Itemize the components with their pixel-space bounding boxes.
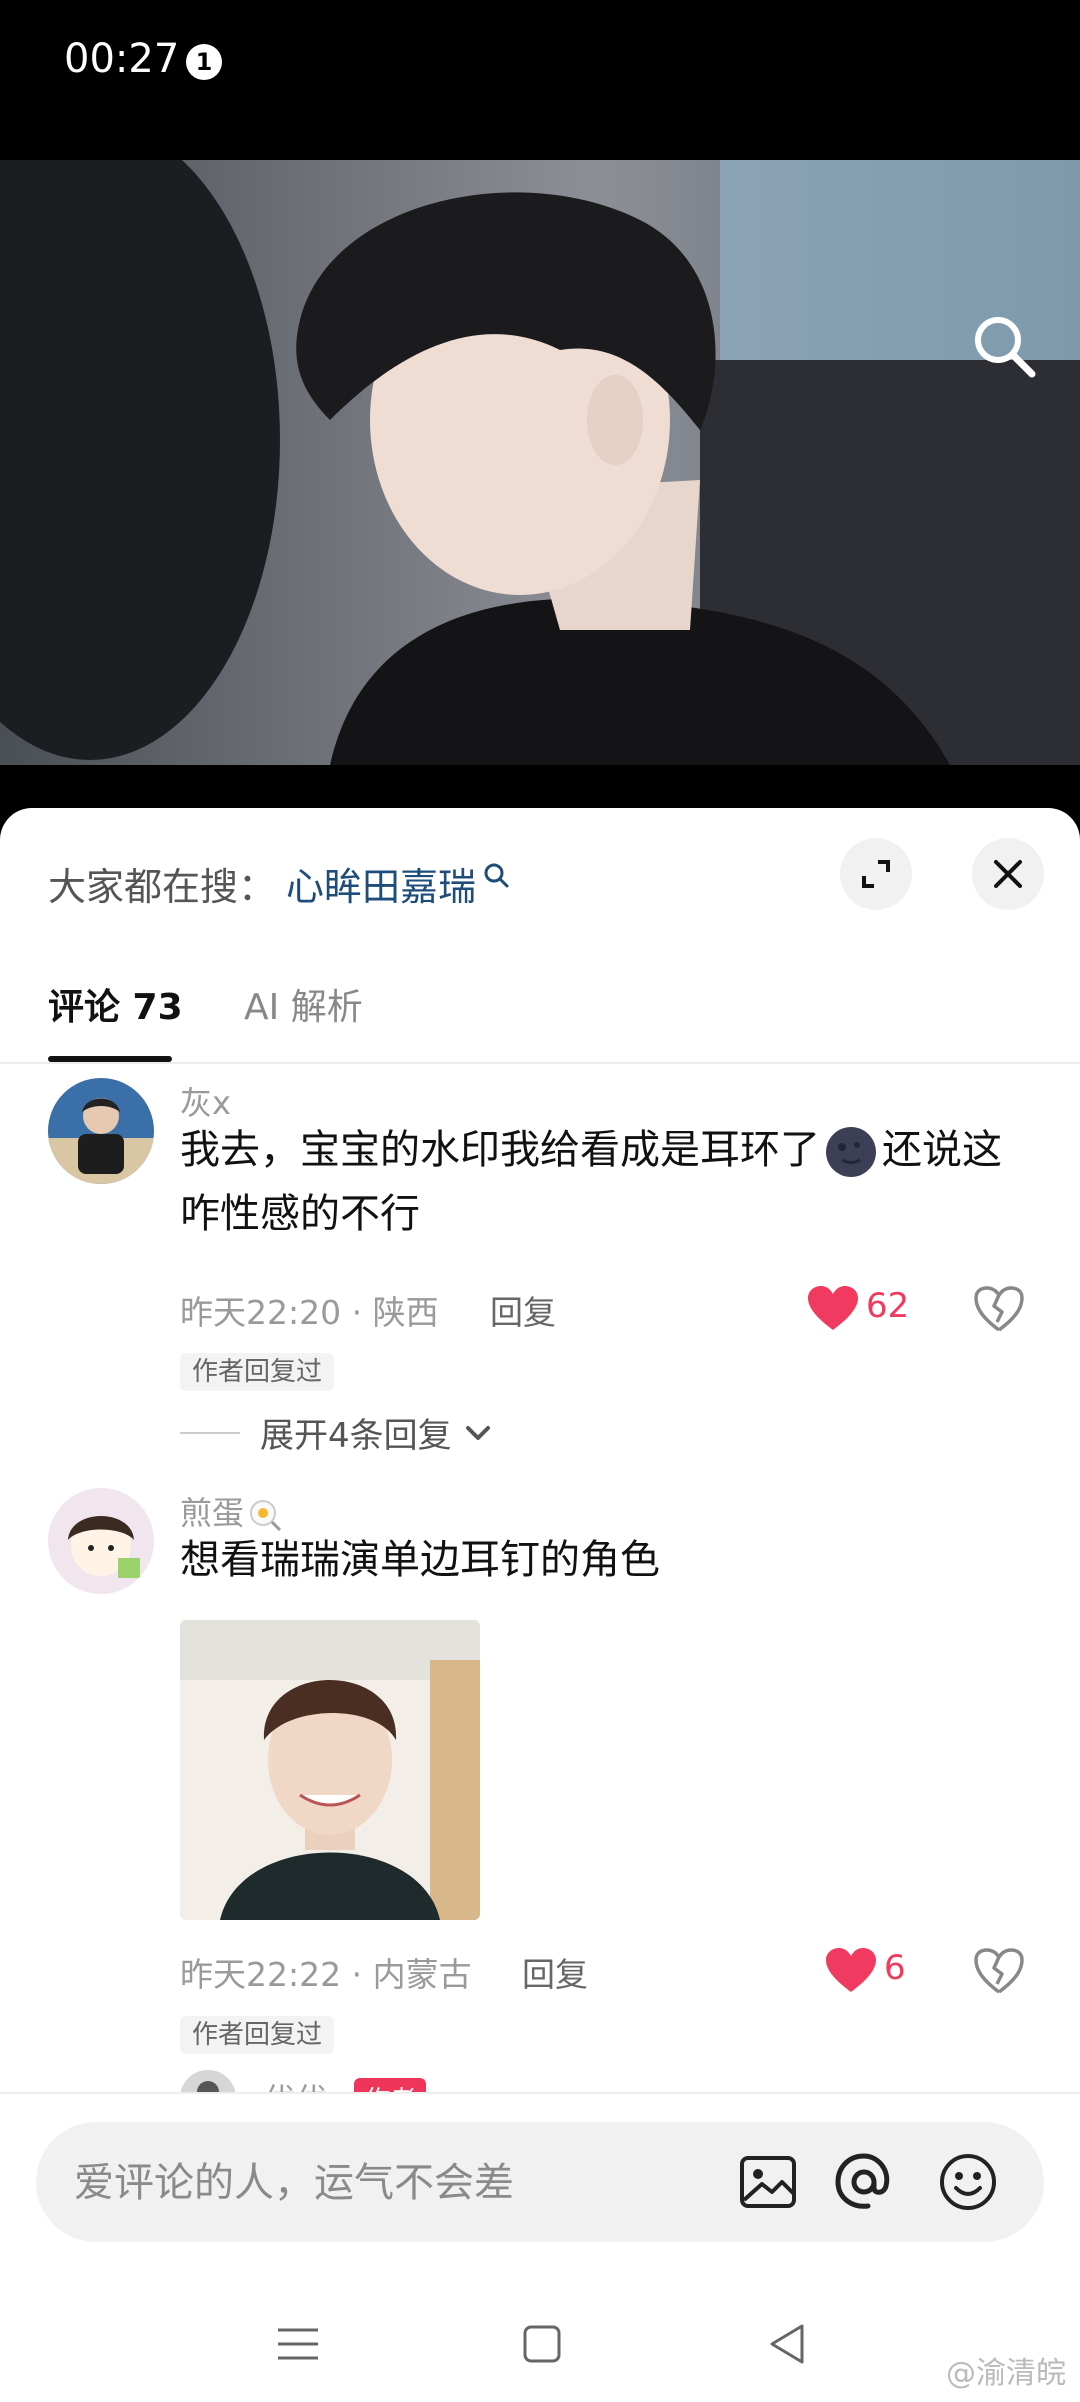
chevron-down-icon [465, 1425, 490, 1440]
comment-meta: 昨天22:22 · 内蒙古 [180, 1948, 472, 1996]
mention-icon[interactable] [832, 2150, 896, 2214]
trending-search-query[interactable]: 心眸田嘉瑞 [286, 856, 476, 911]
fried-egg-icon [250, 1500, 282, 1532]
close-icon [994, 860, 1022, 888]
comment-time: 昨天22:20 [180, 1293, 342, 1332]
author-replied-badge: 作者回复过 [180, 1353, 335, 1391]
avatar[interactable] [48, 1078, 154, 1184]
reply-button[interactable]: 回复 [490, 1286, 556, 1334]
expand-replies-label: 展开4条回复 [260, 1416, 452, 1456]
video-frame-image [0, 160, 1080, 765]
status-bar: 00:27 1 [0, 0, 1080, 160]
image-icon[interactable] [736, 2150, 800, 2214]
status-time: 00:27 [64, 36, 180, 82]
search-icon[interactable] [968, 310, 1040, 382]
comment-image[interactable] [180, 1620, 480, 1920]
comment-meta: 昨天22:20 · 陕西 [180, 1286, 439, 1334]
comment-text: 我去，宝宝的水印我给看成是耳环了 还说这咋性感的不行 [180, 1118, 1020, 1246]
heart-icon[interactable] [826, 1948, 876, 1994]
author-replied-badge: 作者回复过 [180, 2016, 335, 2054]
meta-separator: · [341, 1955, 373, 1994]
like-count: 6 [884, 1948, 906, 1988]
tab-comments[interactable]: 评论 73 [48, 978, 183, 1030]
comment-input[interactable] [72, 2122, 696, 2244]
tab-ai-analysis[interactable]: AI 解析 [244, 978, 363, 1030]
emoji-icon[interactable] [936, 2150, 1000, 2214]
small-search-icon [484, 863, 509, 888]
comment-time: 昨天22:22 [180, 1955, 342, 1994]
expand-replies-button[interactable]: 展开4条回复 [180, 1408, 496, 1457]
avatar[interactable] [48, 1488, 154, 1594]
comment-text: 想看瑞瑞演单边耳钉的角色 [180, 1537, 660, 1583]
like-count: 62 [866, 1286, 910, 1326]
system-nav-bar [0, 2314, 1080, 2402]
comment-location: 陕西 [372, 1293, 439, 1332]
comment-username-text: 煎蛋 [180, 1494, 245, 1532]
watermark-text: @渝清皖 [946, 2356, 1066, 2391]
expand-icon [862, 860, 890, 888]
bottom-bar: @渝清皖 [0, 2092, 1080, 2402]
home-icon[interactable] [512, 2314, 572, 2374]
back-icon[interactable] [758, 2314, 818, 2374]
heart-icon[interactable] [808, 1286, 858, 1332]
comment-input-bar [36, 2122, 1044, 2244]
comment-tabs: 评论 73 AI 解析 [0, 958, 1080, 1064]
broken-heart-icon[interactable] [974, 1286, 1024, 1332]
close-button[interactable] [972, 838, 1044, 910]
video-player[interactable] [0, 160, 1080, 765]
comment-location: 内蒙古 [372, 1955, 472, 1994]
trending-search-label: 大家都在搜： [48, 864, 277, 909]
trending-search[interactable]: 大家都在搜： 心眸田嘉瑞 [48, 848, 510, 918]
moon-emoji-icon [826, 1127, 876, 1177]
comment-text-part: 我去，宝宝的水印我给看成是耳环了 [180, 1127, 820, 1173]
active-tab-indicator [48, 1056, 172, 1062]
notification-badge: 1 [186, 44, 222, 80]
menu-icon[interactable] [268, 2314, 328, 2374]
meta-separator: · [341, 1293, 373, 1332]
divider-line [180, 1431, 240, 1434]
broken-heart-icon[interactable] [974, 1948, 1024, 1994]
reply-button[interactable]: 回复 [522, 1948, 588, 1996]
expand-button[interactable] [840, 838, 912, 910]
